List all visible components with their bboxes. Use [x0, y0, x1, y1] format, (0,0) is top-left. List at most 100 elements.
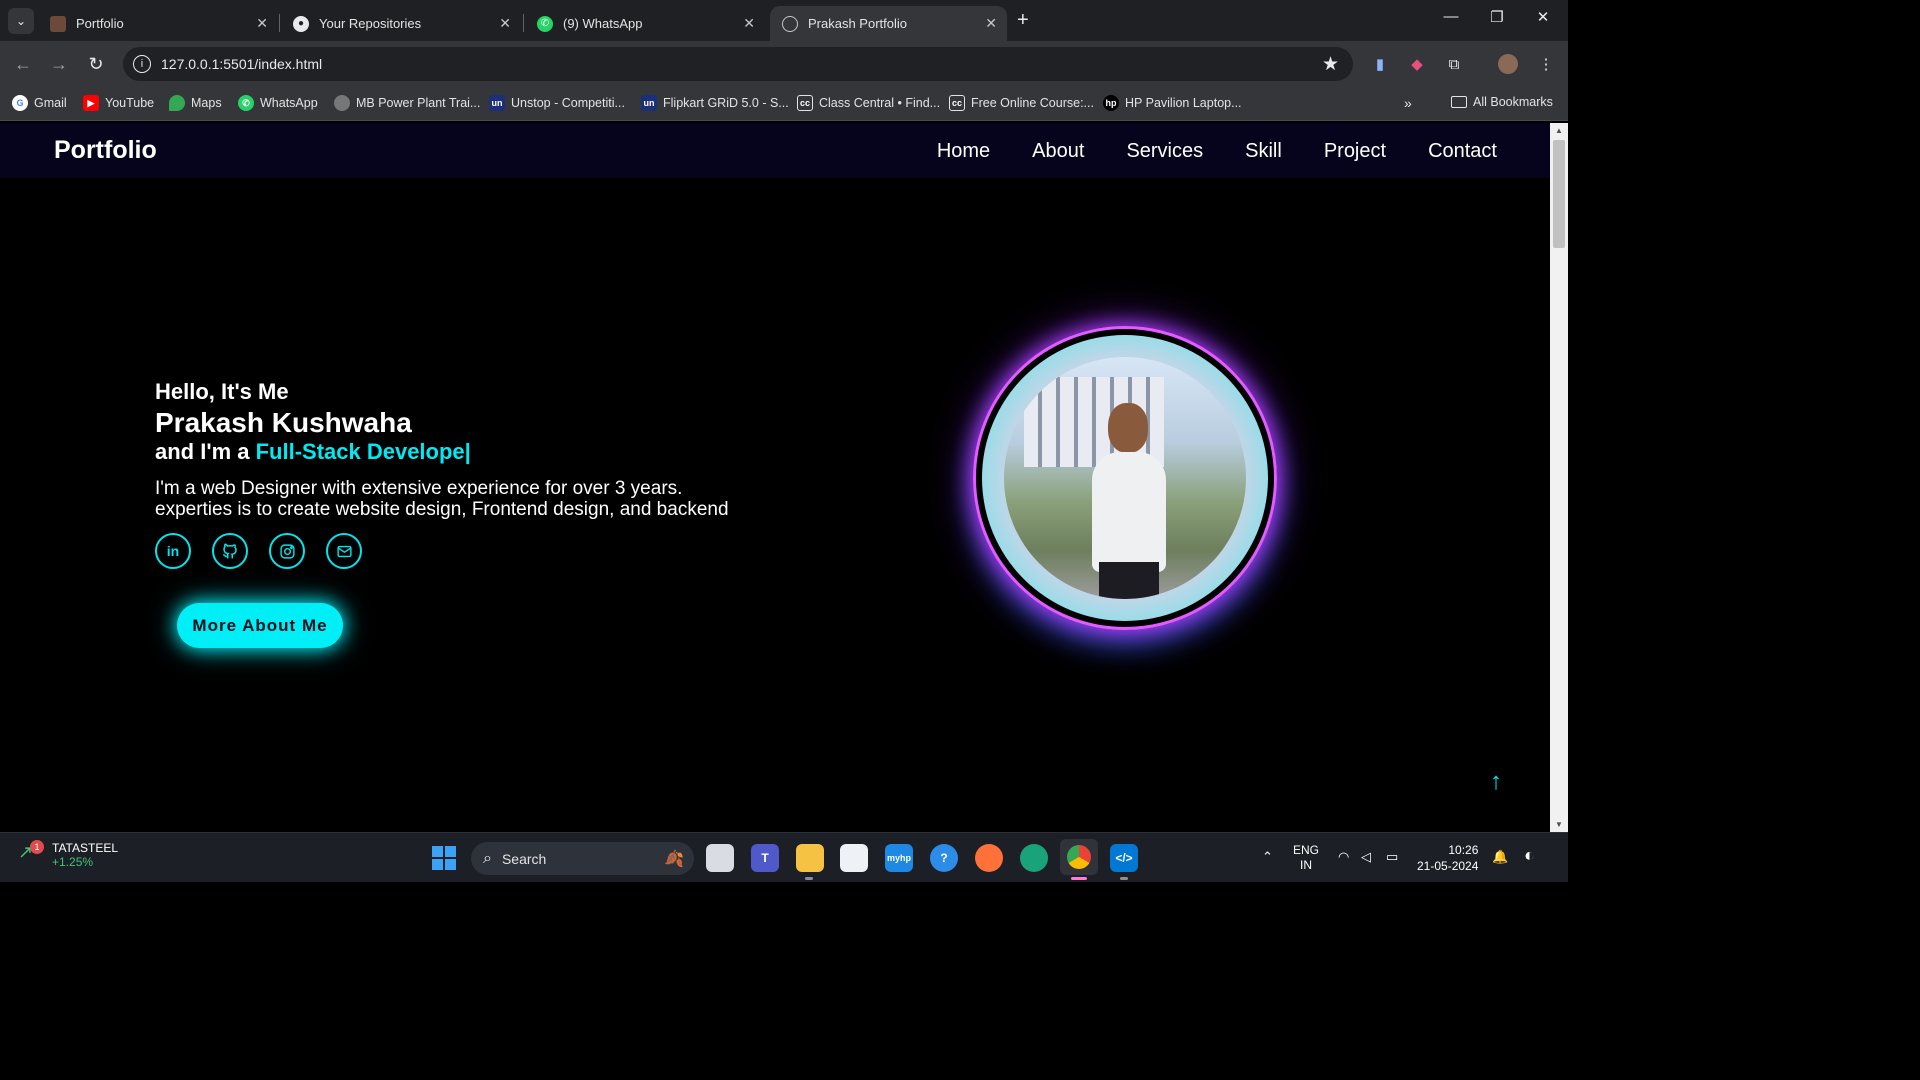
vscode-icon[interactable]: </>: [1110, 844, 1138, 872]
linkedin-icon[interactable]: in: [155, 533, 191, 569]
bookmark-free-courses[interactable]: cc Free Online Course:...: [949, 95, 1094, 111]
myhp-icon[interactable]: myhp: [885, 844, 913, 872]
class-central-icon: cc: [797, 95, 813, 111]
whatsapp-icon: ✆: [238, 95, 254, 111]
scroll-up-icon[interactable]: ▲: [1550, 126, 1568, 135]
unstop-icon: un: [641, 95, 657, 111]
more-bookmarks-icon[interactable]: »: [1404, 95, 1412, 111]
bookmark-class-central[interactable]: cc Class Central • Find...: [797, 95, 940, 111]
copilot-icon[interactable]: ◐: [1524, 845, 1535, 866]
extensions-puzzle-icon[interactable]: ⧉: [1444, 54, 1464, 74]
whatsapp-icon: ✆: [537, 15, 553, 32]
window-close-icon[interactable]: ✕: [1520, 8, 1566, 26]
bookmark-label: Free Online Course:...: [971, 96, 1094, 110]
scroll-down-icon[interactable]: ▼: [1550, 820, 1568, 829]
back-icon[interactable]: ←: [11, 52, 35, 76]
firefox-icon[interactable]: [975, 844, 1003, 872]
restore-icon[interactable]: ❐: [1474, 8, 1520, 26]
file-explorer-icon[interactable]: [796, 844, 824, 872]
bookmark-unstop[interactable]: un Unstop - Competiti...: [489, 95, 625, 111]
github-icon: ●: [293, 15, 309, 32]
close-icon[interactable]: ✕: [499, 15, 511, 32]
photo-person-legs: [1099, 562, 1159, 599]
bookmark-flipkart[interactable]: un Flipkart GRiD 5.0 - S...: [641, 95, 789, 111]
microsoft-store-icon[interactable]: [840, 844, 868, 872]
hero-bio: I'm a web Designer with extensive experi…: [155, 478, 755, 520]
nav-services[interactable]: Services: [1126, 140, 1203, 163]
chrome-icon[interactable]: [1060, 839, 1098, 875]
google-icon: G: [12, 95, 28, 111]
hero-intro: Hello, It's Me Prakash Kushwaha and I'm …: [155, 379, 755, 569]
close-icon[interactable]: ✕: [256, 15, 268, 32]
menu-kebab-icon[interactable]: ⋮: [1536, 54, 1556, 74]
bookmark-label: YouTube: [105, 96, 155, 110]
bookmark-label: Maps: [191, 96, 222, 110]
language-indicator[interactable]: ENG IN: [1293, 843, 1319, 873]
nav-skill[interactable]: Skill: [1245, 140, 1282, 163]
search-icon: ⌕: [483, 849, 492, 867]
profile-photo: [1004, 357, 1246, 599]
tab-whatsapp[interactable]: ✆ (9) WhatsApp ✕: [525, 6, 765, 41]
region-code: IN: [1300, 858, 1312, 872]
profile-photo-ring: [982, 335, 1268, 621]
url-text[interactable]: 127.0.0.1:5501/index.html: [161, 56, 322, 72]
hero-role: and I'm a Full-Stack Develope|: [155, 439, 755, 465]
nav-home[interactable]: Home: [937, 140, 990, 163]
task-view-icon[interactable]: [706, 844, 734, 872]
get-help-icon[interactable]: ?: [930, 844, 958, 872]
tab-separator: [523, 14, 524, 32]
bookmark-whatsapp[interactable]: ✆ WhatsApp: [238, 95, 318, 111]
scroll-thumb[interactable]: [1553, 140, 1565, 248]
site-logo[interactable]: Portfolio: [54, 136, 157, 165]
address-bar[interactable]: i 127.0.0.1:5501/index.html ★: [123, 47, 1353, 81]
bookmark-label: WhatsApp: [260, 96, 318, 110]
volume-icon[interactable]: ◁: [1361, 849, 1371, 865]
stock-info: TATASTEEL +1.25%: [44, 841, 118, 869]
all-bookmarks-button[interactable]: All Bookmarks: [1451, 95, 1553, 109]
windows-start-icon[interactable]: [432, 846, 456, 870]
color-extension-icon[interactable]: ◆: [1407, 54, 1427, 74]
minimize-icon[interactable]: —: [1428, 8, 1474, 25]
scroll-to-top-icon[interactable]: ↑: [1490, 768, 1502, 796]
reload-icon[interactable]: ↻: [84, 52, 108, 76]
teams-icon[interactable]: T: [751, 844, 779, 872]
bookmark-maps[interactable]: Maps: [169, 95, 222, 111]
bookmark-hp-pavilion[interactable]: hp HP Pavilion Laptop...: [1103, 95, 1242, 111]
tab-title: Portfolio: [76, 16, 124, 31]
instagram-icon[interactable]: [269, 533, 305, 569]
more-about-me-button[interactable]: More About Me: [177, 603, 343, 648]
page-scrollbar[interactable]: ▲ ▼: [1550, 123, 1568, 832]
close-icon[interactable]: ✕: [743, 15, 755, 32]
battery-icon[interactable]: ▭: [1386, 849, 1398, 865]
tab-portfolio[interactable]: Portfolio ✕: [38, 6, 278, 41]
tray-overflow-icon[interactable]: ⌃: [1262, 849, 1273, 865]
system-clock[interactable]: 10:26 21-05-2024: [1417, 842, 1478, 874]
edge-icon[interactable]: [1020, 844, 1048, 872]
profile-avatar[interactable]: [1498, 54, 1518, 74]
nav-contact[interactable]: Contact: [1428, 140, 1497, 163]
site-info-icon[interactable]: i: [133, 55, 151, 73]
bookmark-star-icon[interactable]: ★: [1322, 53, 1339, 76]
taskbar-search[interactable]: ⌕ Search 🍂: [471, 842, 694, 875]
tab-search-button[interactable]: ⌄: [8, 8, 34, 34]
nav-project[interactable]: Project: [1324, 140, 1386, 163]
notification-bell-icon[interactable]: 🔔: [1492, 849, 1508, 865]
extension-icon[interactable]: ▮: [1370, 54, 1390, 74]
forward-icon[interactable]: →: [47, 52, 71, 76]
tab-prakash-portfolio[interactable]: Prakash Portfolio ✕: [770, 6, 1007, 41]
github-icon[interactable]: [212, 533, 248, 569]
tab-repositories[interactable]: ● Your Repositories ✕: [281, 6, 521, 41]
wifi-icon[interactable]: ◠: [1338, 849, 1349, 865]
bio-line: experties is to create website design, F…: [155, 499, 729, 520]
bookmark-gmail[interactable]: G Gmail: [12, 95, 67, 111]
bookmark-mb-power-plant[interactable]: MB Power Plant Trai...: [334, 95, 480, 111]
youtube-icon: ▶: [83, 95, 99, 111]
close-icon[interactable]: ✕: [985, 15, 997, 32]
bookmark-youtube[interactable]: ▶ YouTube: [83, 95, 154, 111]
windows-taskbar: ↗ 1 TATASTEEL +1.25% ⌕ Search 🍂 T myhp ? …: [0, 832, 1568, 882]
maps-pin-icon: [169, 95, 185, 111]
mail-icon[interactable]: [326, 533, 362, 569]
nav-about[interactable]: About: [1032, 140, 1084, 163]
stock-widget[interactable]: ↗ 1 TATASTEEL +1.25%: [18, 840, 118, 869]
new-tab-button[interactable]: +: [1017, 10, 1029, 30]
